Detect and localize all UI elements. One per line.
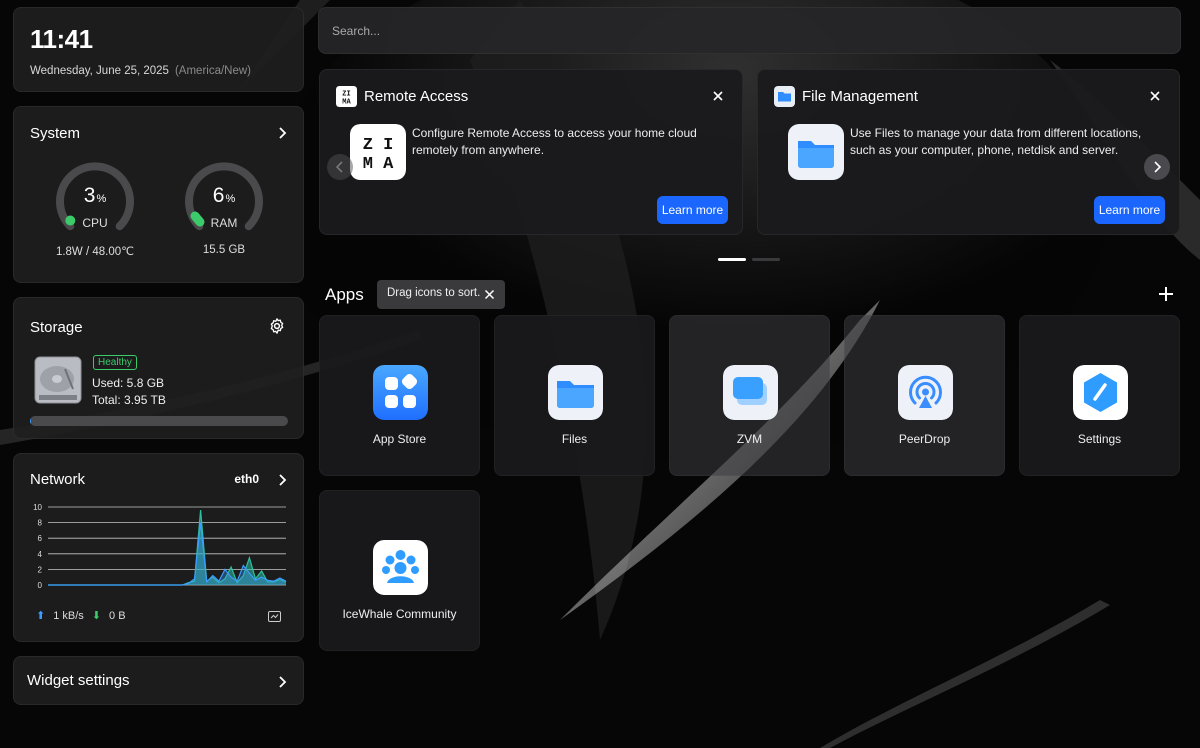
y-tick-label: 0 [38,581,43,590]
search-input[interactable] [332,22,1152,40]
app-tile-icewhale-community[interactable]: IceWhale Community [319,490,480,651]
network-chart: 10 8 6 4 2 0 [33,503,287,590]
app-name: App Store [372,432,427,446]
search-bar[interactable] [318,7,1181,54]
widget-settings-button[interactable]: Widget settings [13,656,304,705]
close-icon[interactable] [484,289,495,300]
y-tick-label: 10 [33,503,42,512]
ram-gauge: 6% RAM [184,160,264,240]
network-title: Network [30,471,86,488]
upload-arrow-icon: ⬆ [36,610,46,622]
ram-value: 6% [184,184,264,208]
chevron-right-icon [279,676,287,688]
storage-health-badge: Healthy [93,355,137,370]
chevron-right-icon[interactable] [274,472,290,488]
storage-total: Total: 3.95 TB [92,393,166,407]
chevron-right-icon [1154,161,1162,173]
sort-hint-tooltip: Drag icons to sort. [377,280,505,309]
carousel-dot[interactable] [752,258,780,261]
ram-label: RAM [210,216,238,230]
promo-description: Use Files to manage your data from diffe… [850,126,1142,157]
timezone: (America/New) [174,65,252,77]
learn-more-button[interactable]: Learn more [1094,196,1165,224]
chevron-right-icon[interactable] [274,125,290,141]
widget-settings-label: Widget settings [27,672,130,689]
apps-section-title: Apps [325,285,364,304]
svg-text:MA: MA [342,99,351,107]
clock-widget: 11:41 Wednesday, June 25, 2025 (America/N… [13,7,304,92]
clock-date: Wednesday, June 25, 2025 (America/New) [30,65,251,77]
carousel-next-button[interactable] [1144,154,1170,180]
files-app-icon [788,124,844,180]
close-icon[interactable] [712,90,724,102]
carousel-prev-button[interactable] [327,154,353,180]
airdrop-signal-icon [898,365,953,420]
svg-text:ZI: ZI [342,91,350,99]
monitor-chart-icon[interactable] [268,611,281,622]
app-tile-files[interactable]: Files [494,315,655,476]
ram-size: 15.5 GB [202,244,246,256]
carousel-pagination [718,258,780,261]
cpu-value: 3% [55,184,135,208]
chevron-left-icon [335,161,343,173]
hard-drive-icon [34,356,82,404]
learn-more-button[interactable]: Learn more [657,196,728,224]
gear-icon[interactable] [268,317,286,335]
zima-app-icon: Z I M A [350,124,406,180]
y-tick-label: 6 [38,534,43,543]
cpu-gauge: 3% CPU [55,160,135,240]
download-rate: 0 B [109,609,126,622]
storage-usage-bar [30,416,288,426]
cpu-unit: % [96,193,107,205]
ram-unit: % [225,193,236,205]
date-text: Wednesday, June 25, 2025 [30,65,169,77]
app-tile-settings[interactable]: Settings [1019,315,1180,476]
close-icon[interactable] [1149,90,1161,102]
zvm-windows-icon [723,365,778,420]
promo-card-file-management: File Management Use Files to manage your… [757,69,1180,235]
files-folder-icon [548,365,603,420]
system-widget: System 3% CPU 1.8W / 48.00℃ 6% RAM 15.5 … [13,106,304,283]
svg-text:M A: M A [363,155,394,174]
storage-used: Used: 5.8 GB [92,376,165,390]
download-arrow-icon: ⬇ [91,610,102,622]
promo-title: Remote Access [364,88,469,105]
app-tile-app-store[interactable]: App Store [319,315,480,476]
add-app-icon[interactable] [1158,286,1174,302]
app-name: IceWhale Community [342,607,457,621]
app-name: Files [561,432,588,446]
community-people-icon [373,540,428,595]
promo-card-remote-access: ZI MA Remote Access Z I M A Configure Re… [319,69,743,235]
promo-title: File Management [802,88,918,105]
carousel-dot[interactable] [718,258,746,261]
y-tick-label: 8 [38,519,43,528]
network-widget: Network eth0 10 8 6 4 2 0 ⬆ 1 kB/s ⬇ 0 B [13,453,304,642]
svg-text:Z I: Z I [363,136,394,155]
app-name: PeerDrop [898,432,951,446]
clock-time: 11:41 [30,24,93,54]
cpu-power-temp: 1.8W / 48.00℃ [55,246,135,258]
app-tile-zvm[interactable]: ZVM [669,315,830,476]
y-tick-label: 2 [38,565,43,574]
network-interface[interactable]: eth0 [234,472,259,486]
promo-description: Configure Remote Access to access your h… [412,126,697,157]
storage-title: Storage [30,319,83,336]
app-name: ZVM [736,432,763,446]
ram-percent: 6 [212,184,225,207]
app-tile-peerdrop[interactable]: PeerDrop [844,315,1005,476]
cpu-label: CPU [82,216,108,230]
network-throughput: ⬆ 1 kB/s ⬇ 0 B [36,609,126,623]
cpu-percent: 3 [83,184,96,207]
app-name: Settings [1077,432,1122,446]
settings-hexagon-icon [1073,365,1128,420]
files-folder-icon [774,86,795,107]
system-title: System [30,125,81,142]
app-store-icon [373,365,428,420]
tooltip-text: Drag icons to sort. [387,287,481,299]
zima-logo-icon: ZI MA [336,86,357,107]
storage-widget: Storage Healthy Used: 5.8 GB Total: 3.95… [13,297,304,439]
y-tick-label: 4 [38,550,43,559]
upload-rate: 1 kB/s [53,609,84,622]
